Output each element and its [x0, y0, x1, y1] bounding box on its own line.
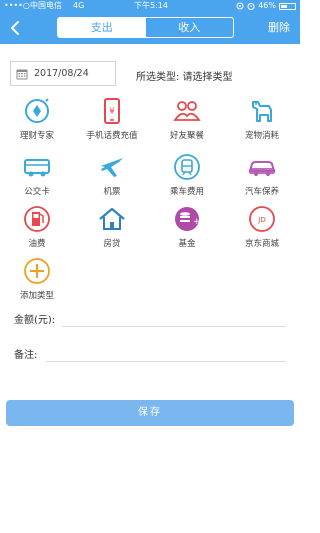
note-label: 备注:	[14, 350, 38, 361]
note-input[interactable]	[46, 361, 286, 362]
friends-dinner-icon	[173, 101, 201, 121]
calendar-icon	[16, 69, 28, 79]
category-fund[interactable]: + 基金	[155, 204, 219, 249]
category-mortgage[interactable]: 房贷	[80, 204, 144, 249]
category-label: 理财专家	[19, 131, 54, 141]
category-label: 油费	[28, 239, 46, 249]
tab-income[interactable]: 收入	[146, 18, 234, 37]
date-picker[interactable]: 2017/08/24	[10, 61, 116, 86]
category-label: 房贷	[103, 239, 121, 249]
category-ride-fare[interactable]: 乘车费用	[155, 152, 219, 197]
category-jd-mall[interactable]: JD 京东商城	[230, 204, 294, 249]
category-label: 基金	[178, 239, 196, 249]
amount-input[interactable]	[62, 326, 286, 327]
battery-icon	[279, 2, 296, 10]
clock: 下午5:14	[134, 1, 168, 10]
alarm-icon	[247, 3, 255, 10]
status-right: 46%	[236, 0, 296, 12]
jd-icon: JD	[249, 206, 275, 232]
fund-coins-icon: +	[175, 207, 201, 231]
category-bus-card[interactable]: 公交卡	[5, 152, 69, 197]
type-segmented-control: 支出 收入	[57, 17, 234, 38]
location-icon	[236, 2, 244, 10]
date-value: 2017/08/24	[34, 68, 89, 79]
svg-text:JD: JD	[257, 216, 265, 224]
svg-text:+: +	[193, 217, 201, 227]
back-chevron-icon[interactable]	[8, 18, 24, 38]
phone-topup-icon: ¥	[104, 98, 120, 124]
save-button[interactable]: 保存	[6, 400, 294, 426]
category-label: 汽车保养	[244, 187, 279, 197]
fuel-icon	[24, 206, 50, 232]
airplane-icon	[101, 158, 123, 177]
car-icon	[248, 161, 276, 176]
category-friends-dinner[interactable]: 好友聚餐	[155, 96, 219, 141]
category-label: 手机话费充值	[86, 131, 138, 141]
selected-type-label: 所选类型: 请选择类型	[136, 72, 233, 83]
category-phone-topup[interactable]: ¥ 手机话费充值	[80, 96, 144, 141]
train-icon	[174, 154, 200, 180]
category-label: 添加类型	[19, 291, 54, 301]
signal-strength: ••••○	[4, 1, 30, 10]
nav-bar: 支出 收入 删除	[0, 12, 300, 44]
add-icon	[24, 258, 50, 284]
category-pet[interactable]: 宠物消耗	[230, 96, 294, 141]
status-bar: ••••○ 中国电信 4G 下午5:14 46%	[0, 0, 300, 12]
category-fuel[interactable]: 油费	[5, 204, 69, 249]
category-label: 好友聚餐	[169, 131, 204, 141]
category-label: 乘车费用	[169, 187, 204, 197]
house-icon	[99, 207, 125, 230]
network-type: 4G	[73, 1, 85, 10]
category-air-ticket[interactable]: 机票	[80, 152, 144, 197]
category-car-maintenance[interactable]: 汽车保养	[230, 152, 294, 197]
category-label: 公交卡	[24, 187, 50, 197]
category-label: 机票	[103, 187, 121, 197]
finance-icon	[25, 98, 49, 123]
battery-percent: 46%	[258, 1, 276, 10]
category-finance[interactable]: 理财专家	[5, 96, 69, 141]
delete-button[interactable]: 删除	[268, 12, 290, 44]
category-label: 京东商城	[244, 239, 279, 249]
dog-icon	[252, 101, 272, 122]
amount-label: 金额(元):	[14, 315, 56, 326]
tab-expense[interactable]: 支出	[58, 18, 146, 37]
bus-icon	[24, 159, 50, 177]
carrier-name: 中国电信	[30, 1, 62, 10]
svg-text:¥: ¥	[109, 107, 115, 117]
category-label: 宠物消耗	[244, 131, 279, 141]
category-add-type[interactable]: 添加类型	[5, 256, 69, 301]
